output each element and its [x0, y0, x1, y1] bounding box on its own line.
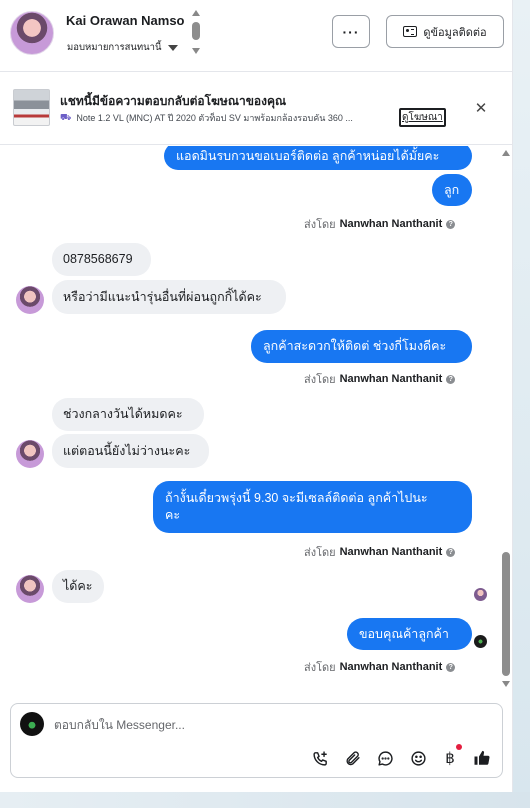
conversation-panel: Kai Orawan Namso มอบหมายการสนทนานี้ ··· … — [0, 0, 513, 792]
avatar[interactable] — [16, 286, 44, 314]
conversation-header: Kai Orawan Namso มอบหมายการสนทนานี้ ··· … — [0, 0, 513, 72]
scroll-up-icon[interactable] — [192, 10, 200, 16]
seen-indicator-avatar — [474, 588, 487, 601]
ad-description: ⛟ Note 1.2 VL (MNC) AT ปี 2020 ตัวท็อป S… — [60, 111, 400, 125]
sent-by-label: ส่งโดย Nanwhan Nanthanit ? — [304, 215, 456, 233]
message-text: ลูกค้าสะดวกให้ติดต่ ช่วงกี่โมงดีคะ — [263, 339, 447, 353]
ad-reply-banner: แชทนี้มีข้อความตอบกลับต่อโฆษณาของคุณ ⛟ N… — [0, 73, 513, 145]
emoji-icon[interactable] — [408, 748, 428, 768]
ad-thumbnail[interactable] — [13, 89, 50, 126]
message-incoming: แต่ตอนนี้ยังไม่ว่างนะคะ — [52, 434, 209, 468]
call-add-icon[interactable] — [310, 748, 330, 768]
sent-by-label: ส่งโดย Nanwhan Nanthanit ? — [304, 543, 456, 561]
view-ad-link[interactable]: ดูโฆษณา — [399, 108, 446, 127]
scroll-down-icon[interactable] — [502, 681, 510, 687]
car-icon: ⛟ — [60, 112, 72, 122]
ad-subtitle: Note 1.2 VL (MNC) AT ปี 2020 ตัวท็อป SV … — [76, 113, 353, 123]
message-text: ช่วงกลางวันได้หมดคะ — [63, 407, 183, 421]
message-incoming: หรือว่ามีแนะนำรุ่นอื่นที่ผ่อนถูกกิ้ได้คะ — [52, 280, 286, 314]
message-text: หรือว่ามีแนะนำรุ่นอื่นที่ผ่อนถูกกิ้ได้คะ — [63, 289, 262, 304]
sent-by-prefix: ส่งโดย — [304, 547, 336, 559]
notification-dot — [456, 744, 462, 750]
background-strip-right — [513, 0, 530, 808]
close-icon[interactable]: ✕ — [473, 100, 489, 117]
more-icon: ··· — [342, 23, 360, 40]
message-outgoing: ถ้างั้นเดี๋ยวพรุ่งนี้ 9.30 จะมีเซลล์ติดต… — [153, 481, 472, 533]
assign-conversation-dropdown[interactable]: มอบหมายการสนทนานี้ — [67, 40, 178, 55]
payment-icon[interactable]: ฿ — [440, 748, 460, 768]
page-avatar — [20, 712, 44, 736]
baht-icon: ฿ — [445, 750, 455, 767]
agent-name: Nanwhan Nanthanit — [339, 218, 443, 230]
view-contact-info-button[interactable]: ดูข้อมูลติดต่อ — [386, 15, 504, 48]
reply-input[interactable] — [54, 717, 474, 733]
sent-by-prefix: ส่งโดย — [304, 374, 336, 386]
chevron-down-icon — [167, 44, 178, 51]
sent-by-label: ส่งโดย Nanwhan Nanthanit ? — [304, 370, 456, 388]
message-text: ถ้างั้นเดี๋ยวพรุ่งนี้ 9.30 จะมีเซลล์ติดต… — [165, 491, 428, 505]
avatar[interactable] — [16, 575, 44, 603]
message-text: คะ — [165, 508, 181, 522]
avatar[interactable] — [16, 440, 44, 468]
info-icon[interactable]: ? — [446, 374, 456, 384]
message-outgoing: แอดมินรบกวนขอเบอร์ติดต่อ ลูกค้าหน่อยได้ม… — [164, 146, 472, 170]
sent-by-label: ส่งโดย Nanwhan Nanthanit ? — [304, 658, 456, 676]
header-scrollbar[interactable] — [191, 10, 201, 56]
message-text: ได้คะ — [63, 579, 93, 593]
message-outgoing: ขอบคุณค้าลูกค้า — [347, 618, 472, 650]
background-strip-bottom — [0, 792, 530, 808]
contact-card-icon — [403, 26, 418, 37]
sent-by-prefix: ส่งโดย — [304, 662, 336, 674]
scroll-thumb[interactable] — [192, 22, 200, 40]
scroll-down-icon[interactable] — [192, 48, 200, 54]
more-options-button[interactable]: ··· — [332, 15, 370, 48]
message-incoming: 0878568679 — [52, 243, 151, 276]
avatar[interactable] — [10, 11, 54, 55]
message-outgoing: ลูก — [432, 174, 472, 206]
scroll-thumb[interactable] — [502, 552, 510, 676]
info-icon[interactable]: ? — [446, 547, 456, 557]
view-contact-info-label: ดูข้อมูลติดต่อ — [423, 26, 487, 39]
ad-banner-title: แชทนี้มีข้อความตอบกลับต่อโฆษณาของคุณ — [60, 94, 287, 108]
agent-name: Nanwhan Nanthanit — [339, 373, 443, 385]
saved-replies-icon[interactable] — [375, 748, 395, 768]
message-text: ลูก — [444, 182, 460, 197]
seen-indicator-avatar — [474, 635, 487, 648]
agent-name: Nanwhan Nanthanit — [339, 546, 443, 558]
scroll-up-icon[interactable] — [502, 150, 510, 156]
thumbs-up-icon[interactable] — [472, 748, 492, 768]
message-list[interactable]: แอดมินรบกวนขอเบอร์ติดต่อ ลูกค้าหน่อยได้ม… — [0, 146, 513, 692]
message-incoming: ได้คะ — [52, 570, 104, 603]
message-scrollbar[interactable] — [500, 146, 512, 692]
info-icon[interactable]: ? — [446, 219, 456, 229]
assign-label: มอบหมายการสนทนานี้ — [67, 42, 162, 53]
attachment-icon[interactable] — [342, 748, 362, 768]
contact-name[interactable]: Kai Orawan Namso — [66, 13, 185, 28]
message-text: แอดมินรบกวนขอเบอร์ติดต่อ ลูกค้าหน่อยได้ม… — [176, 148, 440, 163]
agent-name: Nanwhan Nanthanit — [339, 661, 443, 673]
message-text: 0878568679 — [63, 252, 133, 266]
sent-by-prefix: ส่งโดย — [304, 219, 336, 231]
reply-composer: ฿ — [10, 703, 503, 778]
message-text: ขอบคุณค้าลูกค้า — [359, 626, 449, 641]
message-incoming: ช่วงกลางวันได้หมดคะ — [52, 398, 204, 431]
message-text: แต่ตอนนี้ยังไม่ว่างนะคะ — [63, 443, 191, 458]
info-icon[interactable]: ? — [446, 662, 456, 672]
message-outgoing: ลูกค้าสะดวกให้ติดต่ ช่วงกี่โมงดีคะ — [251, 330, 472, 363]
